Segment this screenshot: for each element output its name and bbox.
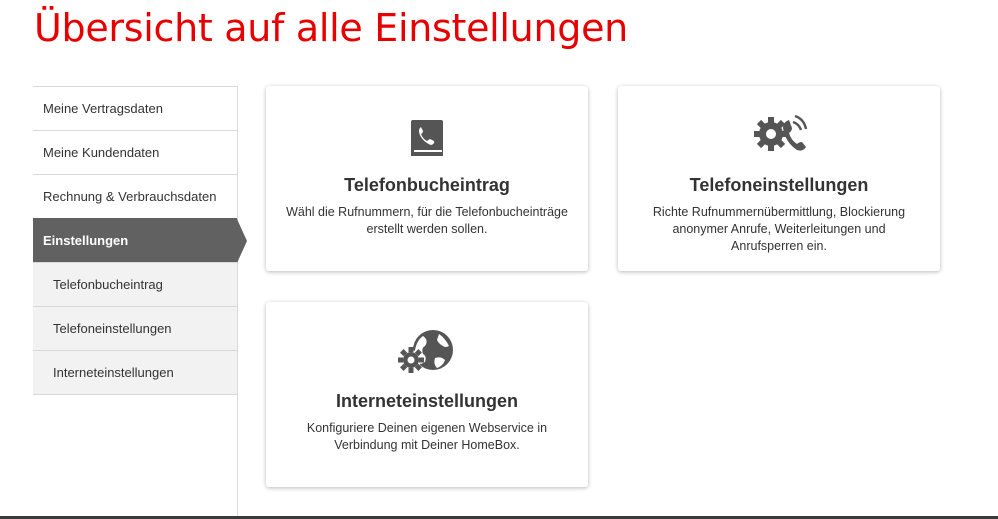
phonebook-icon — [266, 112, 588, 160]
card-telefonbucheintrag[interactable]: Telefonbucheintrag Wähl die Rufnummern, … — [266, 86, 588, 271]
sidebar-item-telefoneinstellungen[interactable]: Telefoneinstellungen — [33, 306, 237, 350]
card-description: Konfiguriere Deinen eigenen Webservice i… — [306, 421, 548, 452]
card-description: Richte Rufnummernübermittlung, Blockieru… — [652, 205, 906, 253]
sidebar-item-telefonbucheintrag[interactable]: Telefonbucheintrag — [33, 262, 237, 306]
sidebar-item-einstellungen[interactable]: Einstellungen — [33, 218, 247, 263]
card-title: Telefoneinstellungen — [689, 175, 869, 195]
sidebar-item-rechnung[interactable]: Rechnung & Verbrauchsdaten — [33, 174, 237, 218]
page-title: Übersicht auf alle Einstellungen — [34, 6, 628, 50]
sidebar-item-kundendaten[interactable]: Meine Kundendaten — [33, 130, 237, 174]
gear-globe-icon — [266, 328, 588, 376]
sidebar-nav: Meine Vertragsdaten Meine Kundendaten Re… — [33, 86, 247, 519]
card-interneteinstellungen[interactable]: Interneteinstellungen Konfiguriere Deine… — [266, 302, 588, 487]
card-title: Telefonbucheintrag — [344, 175, 510, 195]
card-title: Interneteinstellungen — [335, 391, 519, 411]
gear-phone-icon — [618, 112, 940, 160]
card-telefoneinstellungen[interactable]: Telefoneinstellungen Richte Rufnummernüb… — [618, 86, 940, 271]
sidebar-item-interneteinstellungen[interactable]: Interneteinstellungen — [33, 350, 237, 395]
card-description: Wähl die Rufnummern, für die Telefonbuch… — [286, 205, 568, 236]
sidebar-item-vertragsdaten[interactable]: Meine Vertragsdaten — [33, 86, 237, 130]
